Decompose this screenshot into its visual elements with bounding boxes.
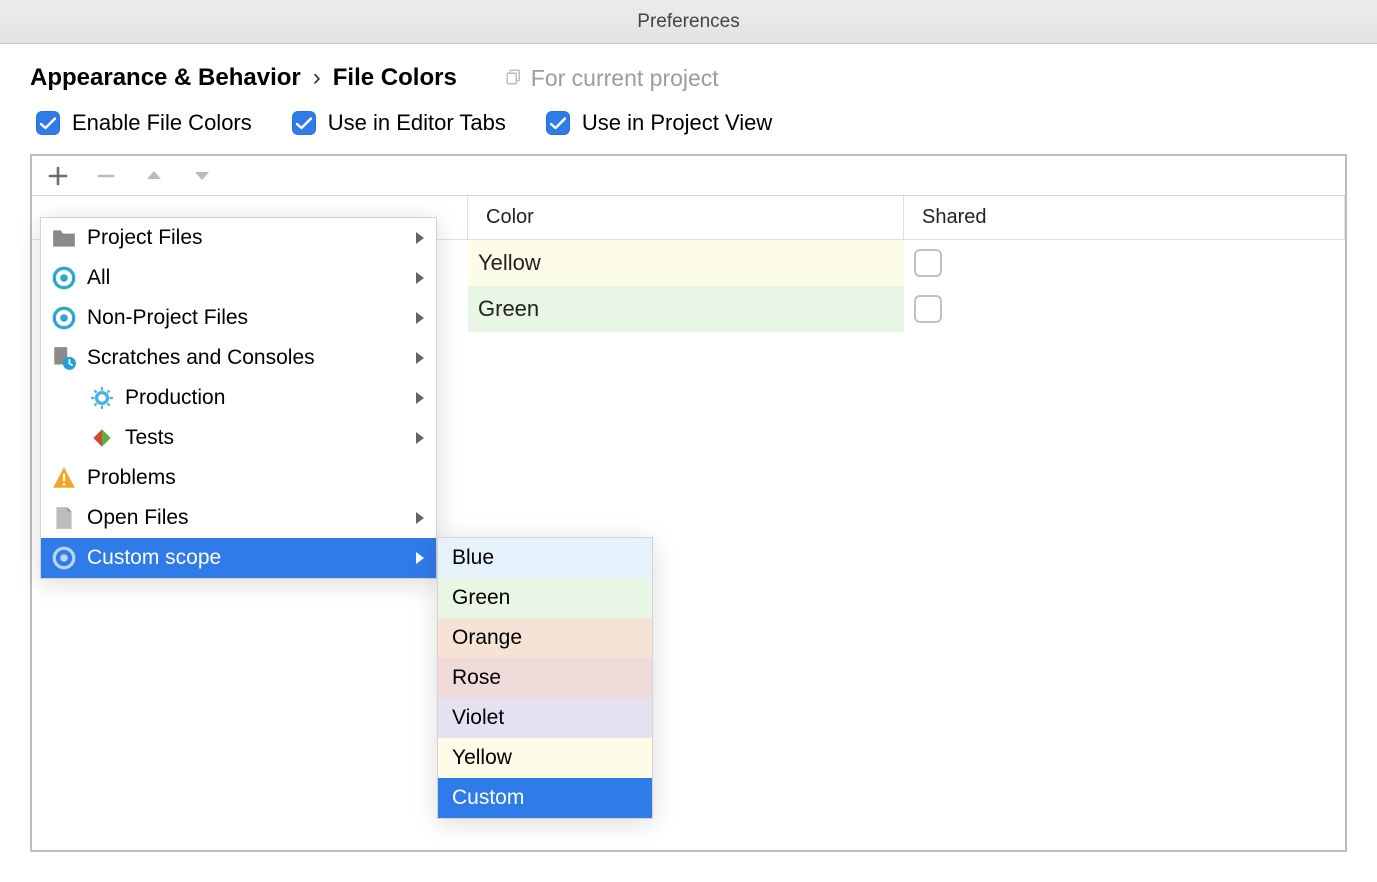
color-submenu: Blue Green Orange Rose Violet Yellow Cus… — [437, 537, 653, 819]
menu-item-problems[interactable]: Problems — [41, 458, 436, 498]
color-option-label: Rose — [452, 666, 501, 690]
table-cell-color: Yellow — [468, 240, 904, 286]
chevron-right-icon — [416, 392, 424, 404]
project-scope-label: For current project — [505, 65, 719, 92]
color-option-label: Yellow — [452, 746, 512, 770]
scope-icon — [51, 305, 77, 331]
window-title: Preferences — [637, 11, 739, 33]
chevron-right-icon — [416, 272, 424, 284]
menu-item-label: Problems — [87, 466, 426, 490]
chevron-right-icon — [416, 312, 424, 324]
production-icon — [89, 385, 115, 411]
color-option-label: Orange — [452, 626, 522, 650]
breadcrumb-separator: › — [313, 64, 321, 92]
scope-icon — [51, 545, 77, 571]
tests-icon — [89, 425, 115, 451]
color-option-custom[interactable]: Custom — [438, 778, 652, 818]
table-cell-color: Green — [468, 286, 904, 332]
color-option-label: Blue — [452, 546, 494, 570]
color-option-label: Custom — [452, 786, 524, 810]
breadcrumb-current: File Colors — [333, 64, 457, 92]
folder-icon — [51, 225, 77, 251]
shared-checkbox[interactable] — [914, 295, 942, 323]
shared-checkbox[interactable] — [914, 249, 942, 277]
menu-item-label: Tests — [125, 426, 406, 450]
menu-item-label: Non-Project Files — [87, 306, 406, 330]
color-option-yellow[interactable]: Yellow — [438, 738, 652, 778]
table-cell-shared — [904, 240, 1345, 286]
chevron-right-icon — [416, 232, 424, 244]
menu-item-label: Production — [125, 386, 406, 410]
move-up-button[interactable] — [140, 162, 168, 190]
scope-context-menu: Project Files All Non-Project Files Scra… — [40, 217, 437, 579]
menu-item-label: Open Files — [87, 506, 406, 530]
menu-item-scratches[interactable]: Scratches and Consoles — [41, 338, 436, 378]
color-option-green[interactable]: Green — [438, 578, 652, 618]
menu-item-project-files[interactable]: Project Files — [41, 218, 436, 258]
menu-item-tests[interactable]: Tests — [41, 418, 436, 458]
scope-icon — [51, 265, 77, 291]
color-option-rose[interactable]: Rose — [438, 658, 652, 698]
table-header-shared: Shared — [904, 196, 1345, 239]
header-row: Appearance & Behavior › File Colors For … — [0, 44, 1377, 110]
checkbox-label: Use in Project View — [582, 110, 772, 136]
menu-item-label: Scratches and Consoles — [87, 346, 406, 370]
warning-icon — [51, 465, 77, 491]
checkbox-editor-tabs[interactable]: Use in Editor Tabs — [292, 110, 506, 136]
menu-item-all[interactable]: All — [41, 258, 436, 298]
table-header-color: Color — [468, 196, 904, 239]
chevron-right-icon — [416, 512, 424, 524]
color-option-violet[interactable]: Violet — [438, 698, 652, 738]
table-toolbar — [32, 156, 1345, 196]
remove-button[interactable] — [92, 162, 120, 190]
checkbox-row: Enable File Colors Use in Editor Tabs Us… — [0, 110, 1377, 154]
move-down-button[interactable] — [188, 162, 216, 190]
project-scope-text: For current project — [531, 65, 719, 92]
checkbox-box — [36, 111, 60, 135]
breadcrumb: Appearance & Behavior › File Colors — [30, 64, 457, 92]
chevron-right-icon — [416, 432, 424, 444]
checkbox-label: Enable File Colors — [72, 110, 252, 136]
color-option-label: Green — [452, 586, 510, 610]
menu-item-custom-scope[interactable]: Custom scope — [41, 538, 436, 578]
menu-item-label: Custom scope — [87, 546, 406, 570]
scratches-icon — [51, 345, 77, 371]
checkbox-project-view[interactable]: Use in Project View — [546, 110, 772, 136]
add-button[interactable] — [44, 162, 72, 190]
color-option-label: Violet — [452, 706, 504, 730]
copy-icon — [505, 65, 523, 92]
checkbox-box — [292, 111, 316, 135]
menu-item-label: All — [87, 266, 406, 290]
chevron-right-icon — [416, 552, 424, 564]
color-option-blue[interactable]: Blue — [438, 538, 652, 578]
window-titlebar: Preferences — [0, 0, 1377, 44]
menu-item-non-project-files[interactable]: Non-Project Files — [41, 298, 436, 338]
checkbox-enable-file-colors[interactable]: Enable File Colors — [36, 110, 252, 136]
color-option-orange[interactable]: Orange — [438, 618, 652, 658]
menu-item-open-files[interactable]: Open Files — [41, 498, 436, 538]
menu-item-production[interactable]: Production — [41, 378, 436, 418]
menu-item-label: Project Files — [87, 226, 406, 250]
breadcrumb-parent[interactable]: Appearance & Behavior — [30, 64, 301, 92]
chevron-right-icon — [416, 352, 424, 364]
checkbox-label: Use in Editor Tabs — [328, 110, 506, 136]
table-cell-shared — [904, 286, 1345, 332]
checkbox-box — [546, 111, 570, 135]
file-icon — [51, 505, 77, 531]
